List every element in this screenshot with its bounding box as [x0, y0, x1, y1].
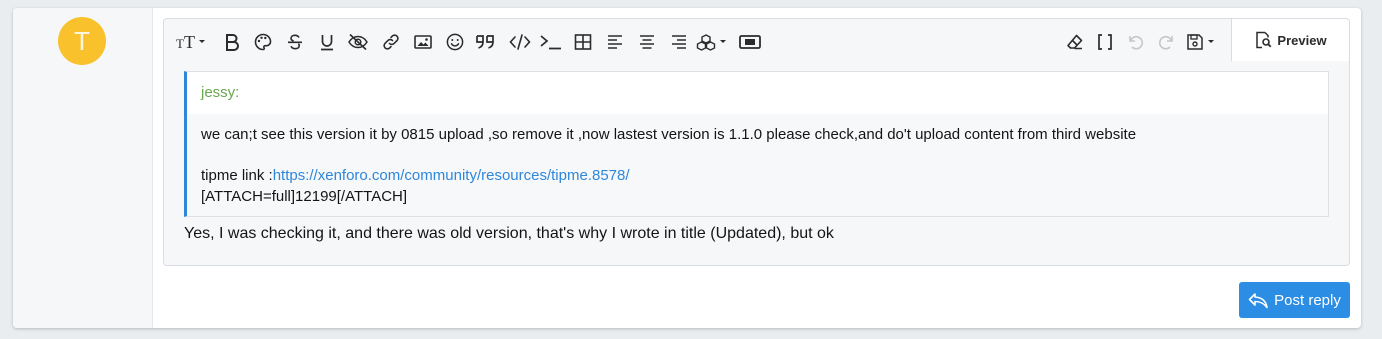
quote-author[interactable]: jessy:: [187, 72, 1328, 114]
drafts-icon[interactable]: [1186, 29, 1218, 55]
svg-text:T: T: [184, 32, 195, 52]
redo-icon[interactable]: [1156, 29, 1178, 55]
quote-link[interactable]: https://xenforo.com/community/resources/…: [273, 167, 630, 184]
link-icon[interactable]: [380, 29, 402, 55]
bbcode-toggle-icon[interactable]: [1094, 29, 1116, 55]
align-right-icon[interactable]: [668, 29, 690, 55]
post-reply-label: Post reply: [1274, 291, 1341, 309]
post-reply-button[interactable]: Post reply: [1239, 282, 1350, 318]
quote-attach-line: [ATTACH=full]12199[/ATTACH]: [201, 188, 408, 205]
eraser-icon[interactable]: [1064, 29, 1086, 55]
undo-icon[interactable]: [1124, 29, 1146, 55]
preview-icon: [1256, 31, 1272, 49]
reply-editor[interactable]: T T Preview jessy: we can;t see this ver…: [163, 18, 1350, 266]
editor-toolbar: T T Preview: [164, 19, 1349, 61]
bold-icon[interactable]: [222, 29, 242, 55]
quote-link-prefix: tipme link :: [201, 167, 273, 184]
preview-label: Preview: [1277, 32, 1327, 48]
user-column: T: [13, 8, 153, 328]
reply-card: T T T Preview jessy: we can;t see this v…: [13, 8, 1361, 328]
quote-text: we can;t see this version it by 0815 upl…: [201, 126, 1137, 143]
align-left-icon[interactable]: [604, 29, 626, 55]
underline-icon[interactable]: [316, 29, 338, 55]
palette-icon[interactable]: [252, 29, 274, 55]
text-size-icon[interactable]: T T: [176, 29, 208, 55]
quote-icon[interactable]: [474, 29, 498, 55]
reply-text: Yes, I was checking it, and there was ol…: [184, 225, 834, 242]
strikethrough-icon[interactable]: [284, 29, 306, 55]
table-icon[interactable]: [572, 29, 594, 55]
quote-block: jessy: we can;t see this version it by 0…: [184, 71, 1329, 217]
reply-icon: [1248, 293, 1268, 309]
media-icon[interactable]: [738, 29, 762, 55]
avatar[interactable]: T: [58, 17, 106, 65]
svg-text:T: T: [176, 36, 184, 51]
quote-link-line: tipme link :https://xenforo.com/communit…: [201, 167, 630, 184]
image-icon[interactable]: [412, 29, 434, 55]
preview-button[interactable]: Preview: [1231, 19, 1349, 61]
code-icon[interactable]: [508, 29, 532, 55]
editor-content[interactable]: jessy: we can;t see this version it by 0…: [164, 61, 1349, 265]
insert-more-icon[interactable]: [696, 29, 728, 55]
hide-icon[interactable]: [346, 29, 370, 55]
inline-code-icon[interactable]: [538, 29, 564, 55]
smilie-icon[interactable]: [444, 29, 466, 55]
align-center-icon[interactable]: [636, 29, 658, 55]
